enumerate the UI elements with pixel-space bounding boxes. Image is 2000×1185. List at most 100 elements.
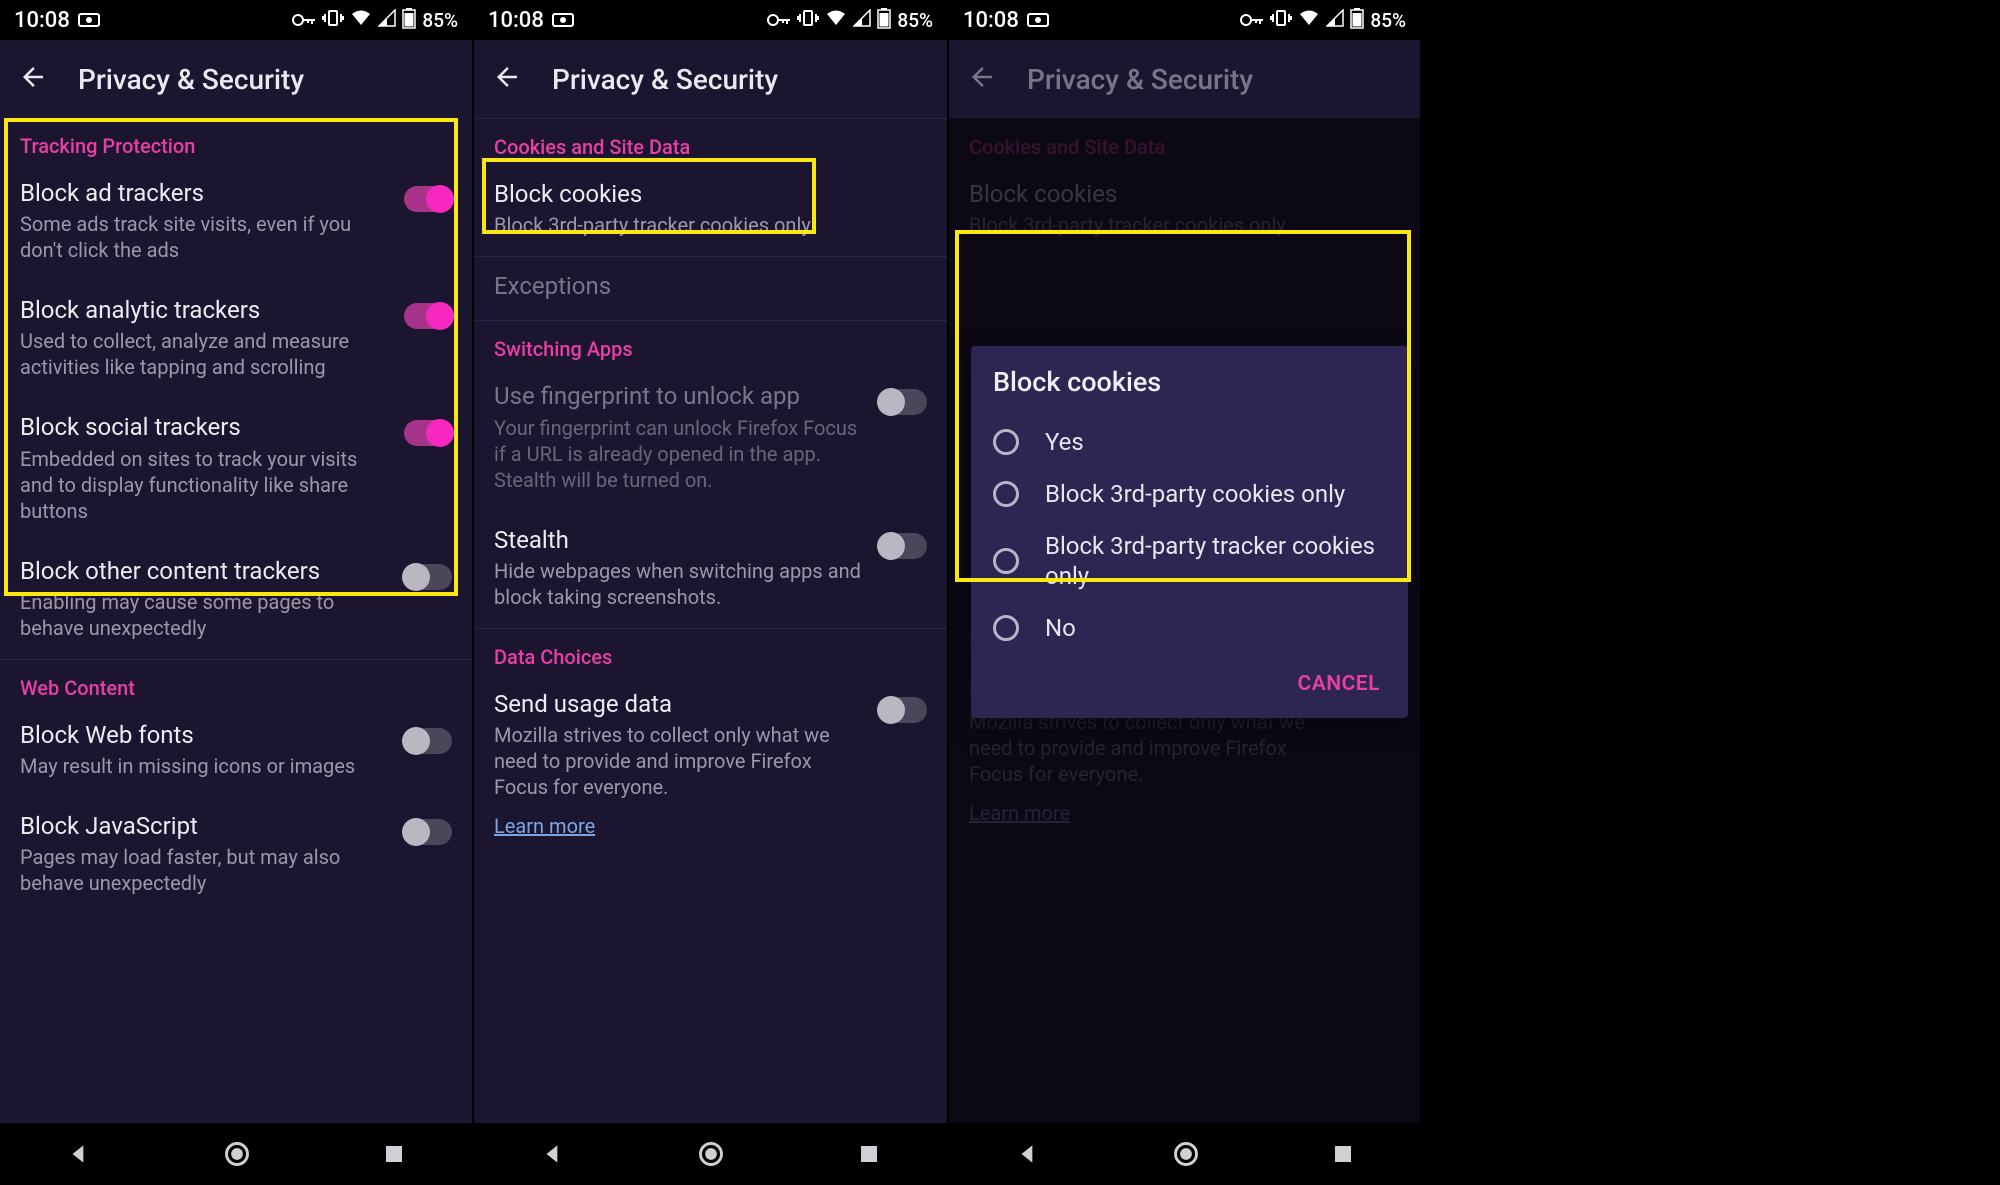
- page-title: Privacy & Security: [552, 63, 778, 96]
- pref-send-usage-data[interactable]: Send usage data Mozilla strives to colle…: [474, 675, 947, 818]
- radio-label: Yes: [1045, 427, 1084, 457]
- settings-list: Cookies and Site Data Block cookies Bloc…: [949, 118, 1420, 1123]
- pref-block-javascript[interactable]: Block JavaScript Pages may load faster, …: [0, 797, 472, 914]
- camera-indicator-icon: [1027, 13, 1049, 27]
- pref-subtitle: Your fingerprint can unlock Firefox Focu…: [494, 415, 865, 493]
- radio-option-yes[interactable]: Yes: [993, 416, 1386, 468]
- radio-option-3rd-party[interactable]: Block 3rd-party cookies only: [993, 468, 1386, 520]
- vibrate-icon: [797, 9, 819, 32]
- pref-title: Block other content trackers: [20, 556, 390, 587]
- pref-title: Block Web fonts: [20, 720, 390, 751]
- learn-more-link[interactable]: Learn more: [474, 814, 615, 854]
- cancel-button[interactable]: CANCEL: [1291, 664, 1386, 704]
- battery-icon: [877, 7, 891, 34]
- pref-subtitle: Hide webpages when switching apps and bl…: [494, 558, 865, 610]
- status-bar: 10:08 85%: [474, 0, 947, 40]
- camera-indicator-icon: [552, 13, 574, 27]
- pref-subtitle: Enabling may cause some pages to behave …: [20, 589, 390, 641]
- toggle-switch[interactable]: [404, 303, 452, 329]
- nav-home-button[interactable]: [1172, 1140, 1200, 1168]
- section-switching-apps: Switching Apps: [474, 321, 947, 367]
- radio-icon: [993, 548, 1019, 574]
- pref-subtitle: Block 3rd-party tracker cookies only: [494, 212, 927, 238]
- nav-recent-button[interactable]: [857, 1142, 881, 1166]
- toggle-switch[interactable]: [879, 697, 927, 723]
- status-time: 10:08: [963, 8, 1019, 33]
- radio-label: Block 3rd-party tracker cookies only: [1045, 531, 1386, 591]
- wifi-icon: [1298, 9, 1320, 32]
- pref-title: Exceptions: [494, 271, 927, 302]
- pref-block-ad-trackers[interactable]: Block ad trackers Some ads track site vi…: [0, 164, 472, 281]
- pref-title: Stealth: [494, 525, 865, 556]
- radio-icon: [993, 429, 1019, 455]
- pref-subtitle: Some ads track site visits, even if you …: [20, 211, 390, 263]
- toggle-switch[interactable]: [404, 819, 452, 845]
- pref-block-web-fonts[interactable]: Block Web fonts May result in missing ic…: [0, 706, 472, 797]
- toggle-switch[interactable]: [404, 186, 452, 212]
- back-icon[interactable]: [492, 62, 522, 96]
- nav-back-button[interactable]: [1015, 1141, 1041, 1167]
- settings-list: Tracking Protection Block ad trackers So…: [0, 118, 472, 1123]
- signal-icon: [1326, 9, 1344, 32]
- nav-home-button[interactable]: [697, 1140, 725, 1168]
- pref-block-other-content-trackers[interactable]: Block other content trackers Enabling ma…: [0, 542, 472, 659]
- pref-title: Send usage data: [494, 689, 865, 720]
- status-time: 10:08: [488, 8, 544, 33]
- radio-label: No: [1045, 613, 1076, 643]
- back-icon[interactable]: [18, 62, 48, 96]
- nav-back-button[interactable]: [66, 1141, 92, 1167]
- battery-percent: 85%: [422, 9, 458, 32]
- battery-icon: [1350, 7, 1364, 34]
- pref-title: Block social trackers: [20, 412, 390, 443]
- toggle-switch[interactable]: [404, 420, 452, 446]
- dialog-title: Block cookies: [993, 366, 1386, 398]
- radio-icon: [993, 481, 1019, 507]
- nav-recent-button[interactable]: [1331, 1142, 1355, 1166]
- pref-subtitle: Mozilla strives to collect only what we …: [494, 722, 865, 800]
- nav-recent-button[interactable]: [382, 1142, 406, 1166]
- status-time: 10:08: [14, 8, 70, 33]
- pref-stealth[interactable]: Stealth Hide webpages when switching app…: [474, 511, 947, 628]
- pref-title: Block analytic trackers: [20, 295, 390, 326]
- nav-home-button[interactable]: [223, 1140, 251, 1168]
- section-cookies: Cookies and Site Data: [474, 119, 947, 165]
- system-nav-bar: [949, 1123, 1420, 1185]
- section-data-choices: Data Choices: [474, 629, 947, 675]
- toggle-switch[interactable]: [879, 533, 927, 559]
- signal-icon: [378, 9, 396, 32]
- system-nav-bar: [0, 1123, 472, 1185]
- vibrate-icon: [322, 9, 344, 32]
- battery-percent: 85%: [1370, 9, 1406, 32]
- phone-screen-1: 10:08 85% Privacy & Security Tracking Pr…: [0, 0, 472, 1185]
- phone-screen-3: 10:08 85% Privacy & Security Cookies and…: [949, 0, 1420, 1185]
- wifi-icon: [825, 9, 847, 32]
- toggle-switch[interactable]: [404, 728, 452, 754]
- back-icon: [967, 62, 997, 96]
- vpn-key-icon: [1240, 9, 1264, 32]
- pref-subtitle: Used to collect, analyze and measure act…: [20, 328, 390, 380]
- pref-block-social-trackers[interactable]: Block social trackers Embedded on sites …: [0, 398, 472, 541]
- camera-indicator-icon: [78, 13, 100, 27]
- phone-screen-2: 10:08 85% Privacy & Security Cookies and…: [474, 0, 947, 1185]
- pref-title: Block ad trackers: [20, 178, 390, 209]
- battery-icon: [402, 7, 416, 34]
- settings-list: Cookies and Site Data Block cookies Bloc…: [474, 118, 947, 1123]
- radio-option-3rd-party-tracker[interactable]: Block 3rd-party tracker cookies only: [993, 520, 1386, 602]
- section-tracking-protection: Tracking Protection: [0, 118, 472, 164]
- system-nav-bar: [474, 1123, 947, 1185]
- pref-block-analytic-trackers[interactable]: Block analytic trackers Used to collect,…: [0, 281, 472, 398]
- nav-back-button[interactable]: [540, 1141, 566, 1167]
- vpn-key-icon: [767, 9, 791, 32]
- page-title: Privacy & Security: [78, 63, 304, 96]
- pref-subtitle: Embedded on sites to track your visits a…: [20, 446, 390, 524]
- toggle-switch: [879, 389, 927, 415]
- radio-option-no[interactable]: No: [993, 602, 1386, 654]
- pref-title: Block JavaScript: [20, 811, 390, 842]
- vibrate-icon: [1270, 9, 1292, 32]
- toggle-switch[interactable]: [404, 564, 452, 590]
- pref-exceptions: Exceptions: [474, 257, 947, 320]
- pref-title: Use fingerprint to unlock app: [494, 381, 865, 412]
- app-bar: Privacy & Security: [474, 40, 947, 118]
- pref-block-cookies[interactable]: Block cookies Block 3rd-party tracker co…: [474, 165, 947, 256]
- page-title: Privacy & Security: [1027, 63, 1253, 96]
